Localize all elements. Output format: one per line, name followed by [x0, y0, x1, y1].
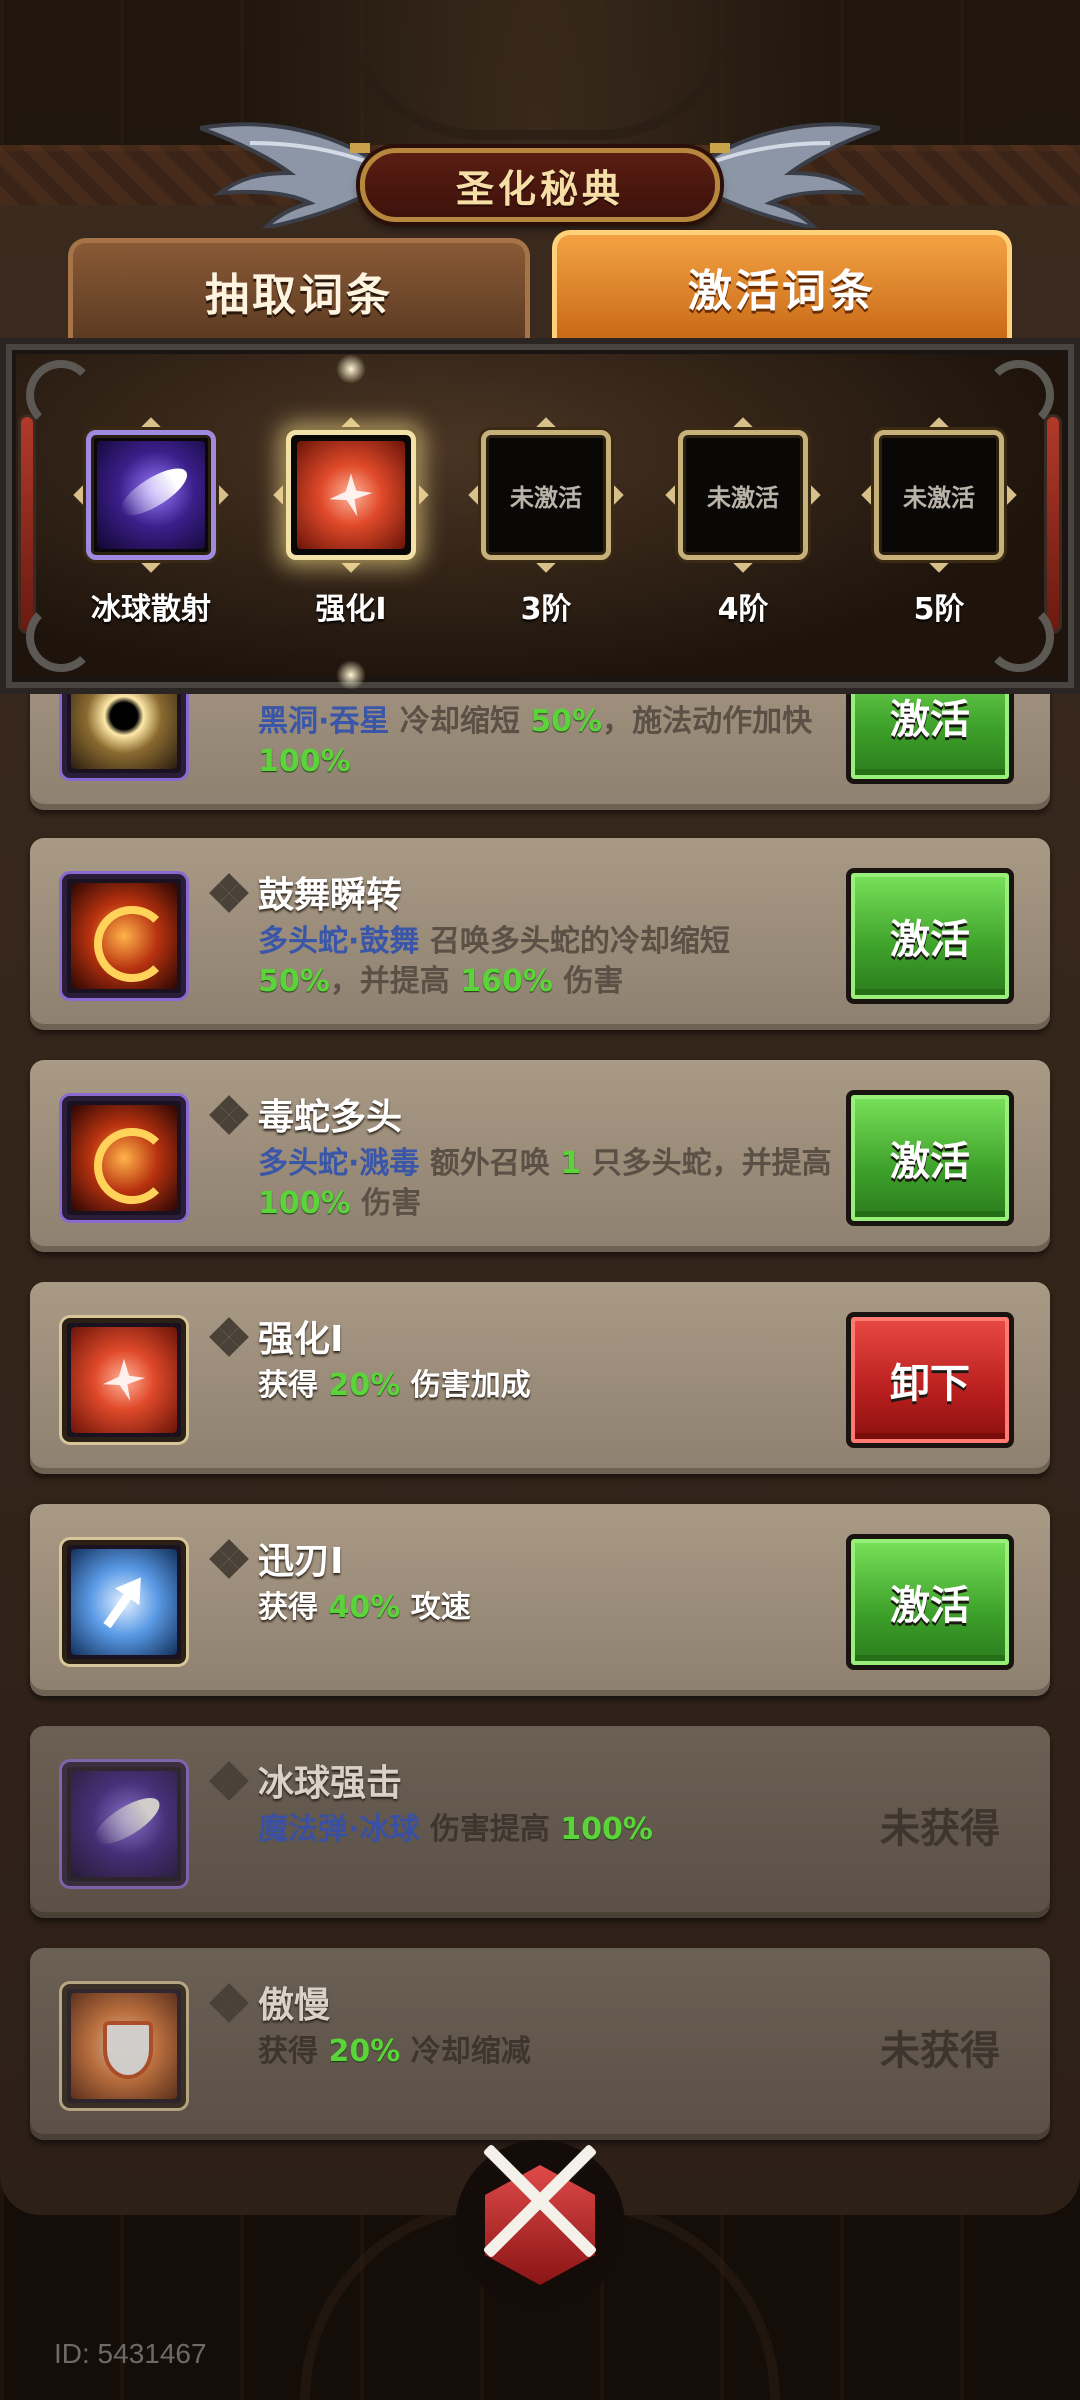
affix-card-venom: 毒蛇多头 多头蛇·溅毒 额外召唤 1 只多头蛇，并提高 100% 伤害 激活 — [30, 1060, 1050, 1252]
slot-5[interactable]: 未激活 — [861, 417, 1017, 573]
swift-blade-icon — [71, 1549, 177, 1655]
card-title: 傲慢 — [258, 1985, 331, 2026]
card-title: 冰球强击 — [258, 1763, 403, 1804]
ice-orb-icon — [97, 441, 205, 549]
pride-shield-icon — [71, 1993, 177, 2099]
slot-4-label: 4阶 — [717, 592, 769, 627]
slot-5-empty-text: 未激活 — [903, 483, 975, 512]
card-title: 毒蛇多头 — [258, 1097, 403, 1138]
slot-3-label: 3阶 — [520, 592, 572, 627]
tab-activate-affix[interactable]: 激活词条 — [552, 230, 1012, 338]
diamond-bullet-icon — [209, 1317, 249, 1357]
diamond-bullet-icon — [209, 1095, 249, 1135]
diamond-bullet-icon — [209, 1539, 249, 1579]
card-title: 强化Ⅰ — [258, 1319, 344, 1360]
card-icon-frame — [62, 1540, 186, 1664]
card-icon-frame — [62, 1318, 186, 1442]
card-title: 鼓舞瞬转 — [258, 875, 403, 916]
not-obtained-status: 未获得 — [880, 2028, 1000, 2074]
panel-left-bar — [18, 414, 36, 634]
card-icon-frame — [62, 1984, 186, 2108]
page-title: 圣化秘典 — [455, 166, 624, 211]
hydra-dragon-icon — [71, 1105, 177, 1211]
left-wing-icon — [200, 122, 370, 228]
card-title: 迅刃Ⅰ — [258, 1541, 344, 1582]
player-id: ID: 5431467 — [54, 2338, 207, 2369]
slot-2[interactable] — [273, 417, 429, 573]
slot-5-label: 5阶 — [913, 592, 965, 627]
card-description: 黑洞·吞星 冷却缩短 50%，施法动作加快 100% — [258, 704, 813, 779]
slot-4-empty-text: 未激活 — [707, 483, 779, 512]
slot-1-label: 冰球散射 — [91, 592, 211, 627]
hydra-dragon-icon — [71, 883, 177, 989]
unequip-button[interactable]: 卸下 — [846, 1312, 1014, 1448]
card-description: 获得 20% 冷却缩减 — [258, 2034, 531, 2069]
slot-4[interactable]: 未激活 — [665, 417, 821, 573]
card-icon-frame — [62, 1096, 186, 1220]
slot-panel: 冰球散射 强化Ⅰ 未激活 3阶 未激活 4阶 未激活 5阶 — [0, 338, 1080, 694]
not-obtained-status: 未获得 — [880, 1806, 1000, 1852]
selection-glow-bottom — [336, 660, 366, 690]
affix-card-pride: 傲慢 获得 20% 冷却缩减 未获得 — [30, 1948, 1050, 2140]
card-description: 多头蛇·鼓舞 召唤多头蛇的冷却缩短 50%，并提高 160% 伤害 — [258, 924, 730, 999]
title-banner: 圣化秘典 — [360, 148, 720, 222]
diamond-bullet-icon — [209, 1761, 249, 1801]
selection-glow-top — [336, 354, 366, 384]
slot-3[interactable]: 未激活 — [468, 417, 624, 573]
card-description: 获得 20% 伤害加成 — [258, 1368, 531, 1403]
panel-corner — [984, 360, 1054, 430]
right-wing-icon — [710, 122, 880, 228]
card-description: 多头蛇·溅毒 额外召唤 1 只多头蛇，并提高 100% 伤害 — [258, 1146, 832, 1221]
affix-card-swift-blade: 迅刃Ⅰ 获得 40% 攻速 激活 — [30, 1504, 1050, 1696]
affix-card-empower: 强化Ⅰ 获得 20% 伤害加成 卸下 — [30, 1282, 1050, 1474]
activate-button[interactable]: 激活 — [846, 868, 1014, 1004]
hexagon-emblem-icon — [485, 2165, 595, 2285]
tab-draw-affix[interactable]: 抽取词条 — [68, 238, 530, 338]
slot-2-label: 强化Ⅰ — [315, 592, 387, 627]
card-icon-frame — [62, 1762, 186, 1886]
activate-button[interactable]: 激活 — [846, 1090, 1014, 1226]
affix-card-inspire: 鼓舞瞬转 多头蛇·鼓舞 召唤多头蛇的冷却缩短 50%，并提高 160% 伤害 激… — [30, 838, 1050, 1030]
card-description: 魔法弹·冰球 伤害提高 100% — [258, 1812, 653, 1847]
close-button[interactable] — [455, 2140, 625, 2310]
power-burst-icon — [71, 1327, 177, 1433]
ice-orb-icon — [71, 1771, 177, 1877]
panel-right-bar — [1044, 414, 1062, 634]
diamond-bullet-icon — [209, 1983, 249, 2023]
activate-button[interactable]: 激活 — [846, 1534, 1014, 1670]
panel-corner — [26, 360, 96, 430]
card-description: 获得 40% 攻速 — [258, 1590, 471, 1625]
affix-card-ice-strike: 冰球强击 魔法弹·冰球 伤害提高 100% 未获得 — [30, 1726, 1050, 1918]
slot-1[interactable] — [73, 417, 229, 573]
diamond-bullet-icon — [209, 873, 249, 913]
card-icon-frame — [62, 874, 186, 998]
slot-3-empty-text: 未激活 — [510, 483, 582, 512]
power-burst-icon — [297, 441, 405, 549]
